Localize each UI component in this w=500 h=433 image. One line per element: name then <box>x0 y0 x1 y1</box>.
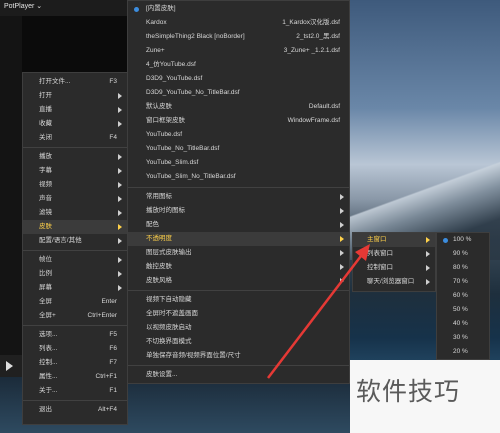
arrow-head-icon <box>355 244 370 261</box>
watermark-text: 软件技巧 <box>356 377 461 406</box>
